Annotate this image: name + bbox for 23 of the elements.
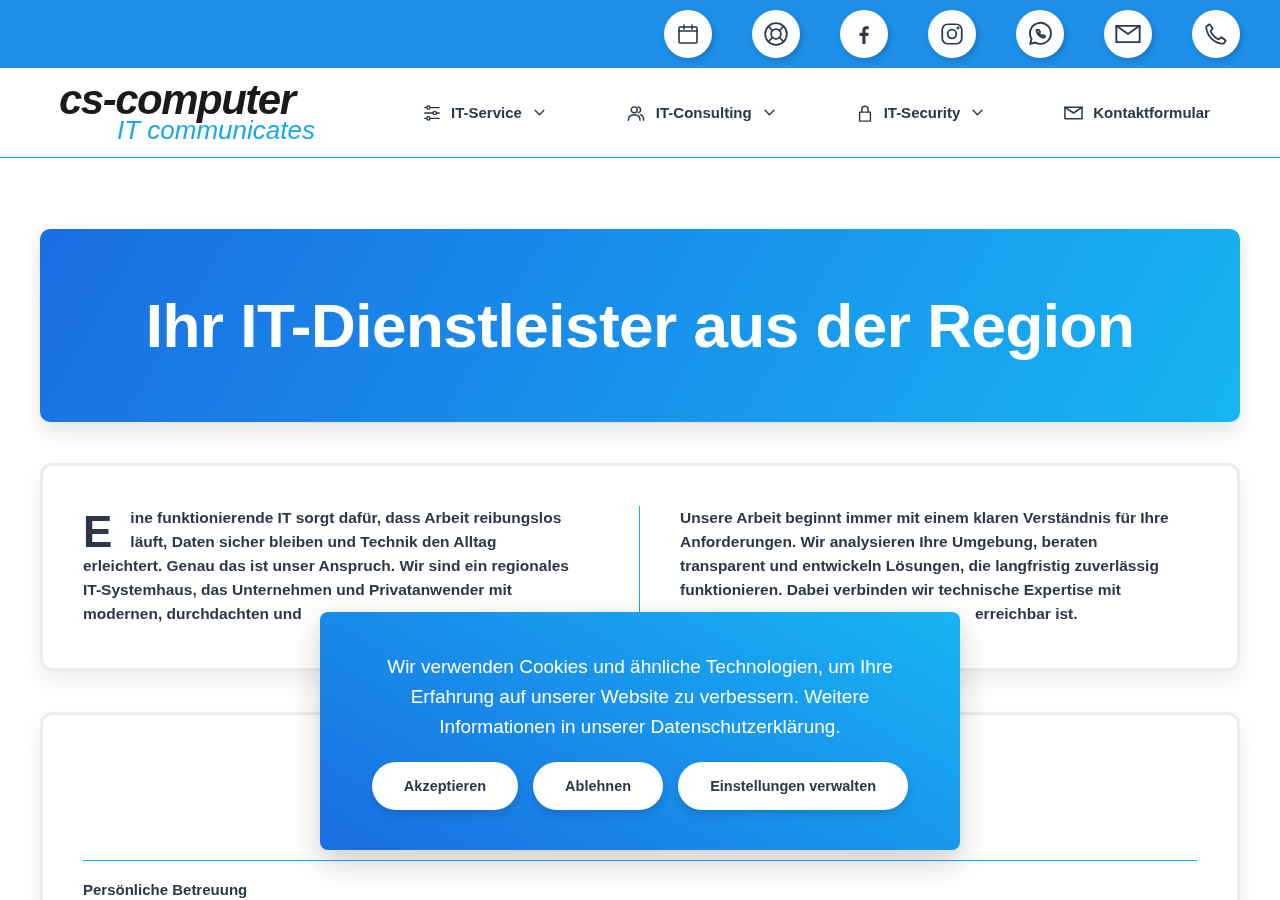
logo[interactable]: cs-computer IT communicates bbox=[59, 81, 359, 144]
cookie-notice: Wir verwenden Cookies und ähnliche Technologien, um Ihre Erfahrung auf unserer Website zu verbessern. Weitere Informationen in unserer Datenschutzerklärung. bbox=[386, 655, 894, 739]
envelope-icon bbox=[1064, 105, 1084, 120]
calendar-icon[interactable] bbox=[664, 10, 712, 58]
section-heading: Persönliche Betreuung bbox=[83, 881, 249, 898]
cookie-button[interactable]: Akzeptieren bbox=[371, 762, 519, 810]
nav-link[interactable]: IT-Service bbox=[423, 103, 545, 122]
paragraph: erreichbar ist. bbox=[975, 604, 1079, 624]
nav-link[interactable]: IT-Consulting bbox=[625, 103, 775, 122]
nav-link[interactable]: IT-Security bbox=[855, 103, 984, 122]
cookie-button[interactable]: Einstellungen verwalten bbox=[678, 762, 909, 810]
instagram-icon[interactable] bbox=[928, 10, 976, 58]
users-icon bbox=[625, 103, 646, 122]
paragraph: E ine funktionierende IT sorgt dafür, dass Arbeit reibungslos läuft, Daten sicher bleiben und Technik den Alltag erleichtert. Genau das ist unser Anspruch. Wir sind ein regionales IT-Systemhaus, das Unternehmen und Privatanwender mit modernen, durchdachten und bbox=[83, 506, 569, 624]
cookie-button[interactable]: Ablehnen bbox=[533, 762, 664, 810]
nav-link[interactable]: Kontaktformular bbox=[1064, 103, 1210, 122]
lifebuoy-icon[interactable] bbox=[752, 10, 800, 58]
facebook-icon[interactable] bbox=[840, 10, 888, 58]
mail-icon[interactable] bbox=[1104, 10, 1152, 58]
sliders-icon bbox=[423, 103, 441, 122]
hero-title: Ihr IT-Dienstleister aus der Region bbox=[145, 290, 1135, 361]
phone-icon[interactable] bbox=[1192, 10, 1240, 58]
whatsapp-icon[interactable] bbox=[1016, 10, 1064, 58]
